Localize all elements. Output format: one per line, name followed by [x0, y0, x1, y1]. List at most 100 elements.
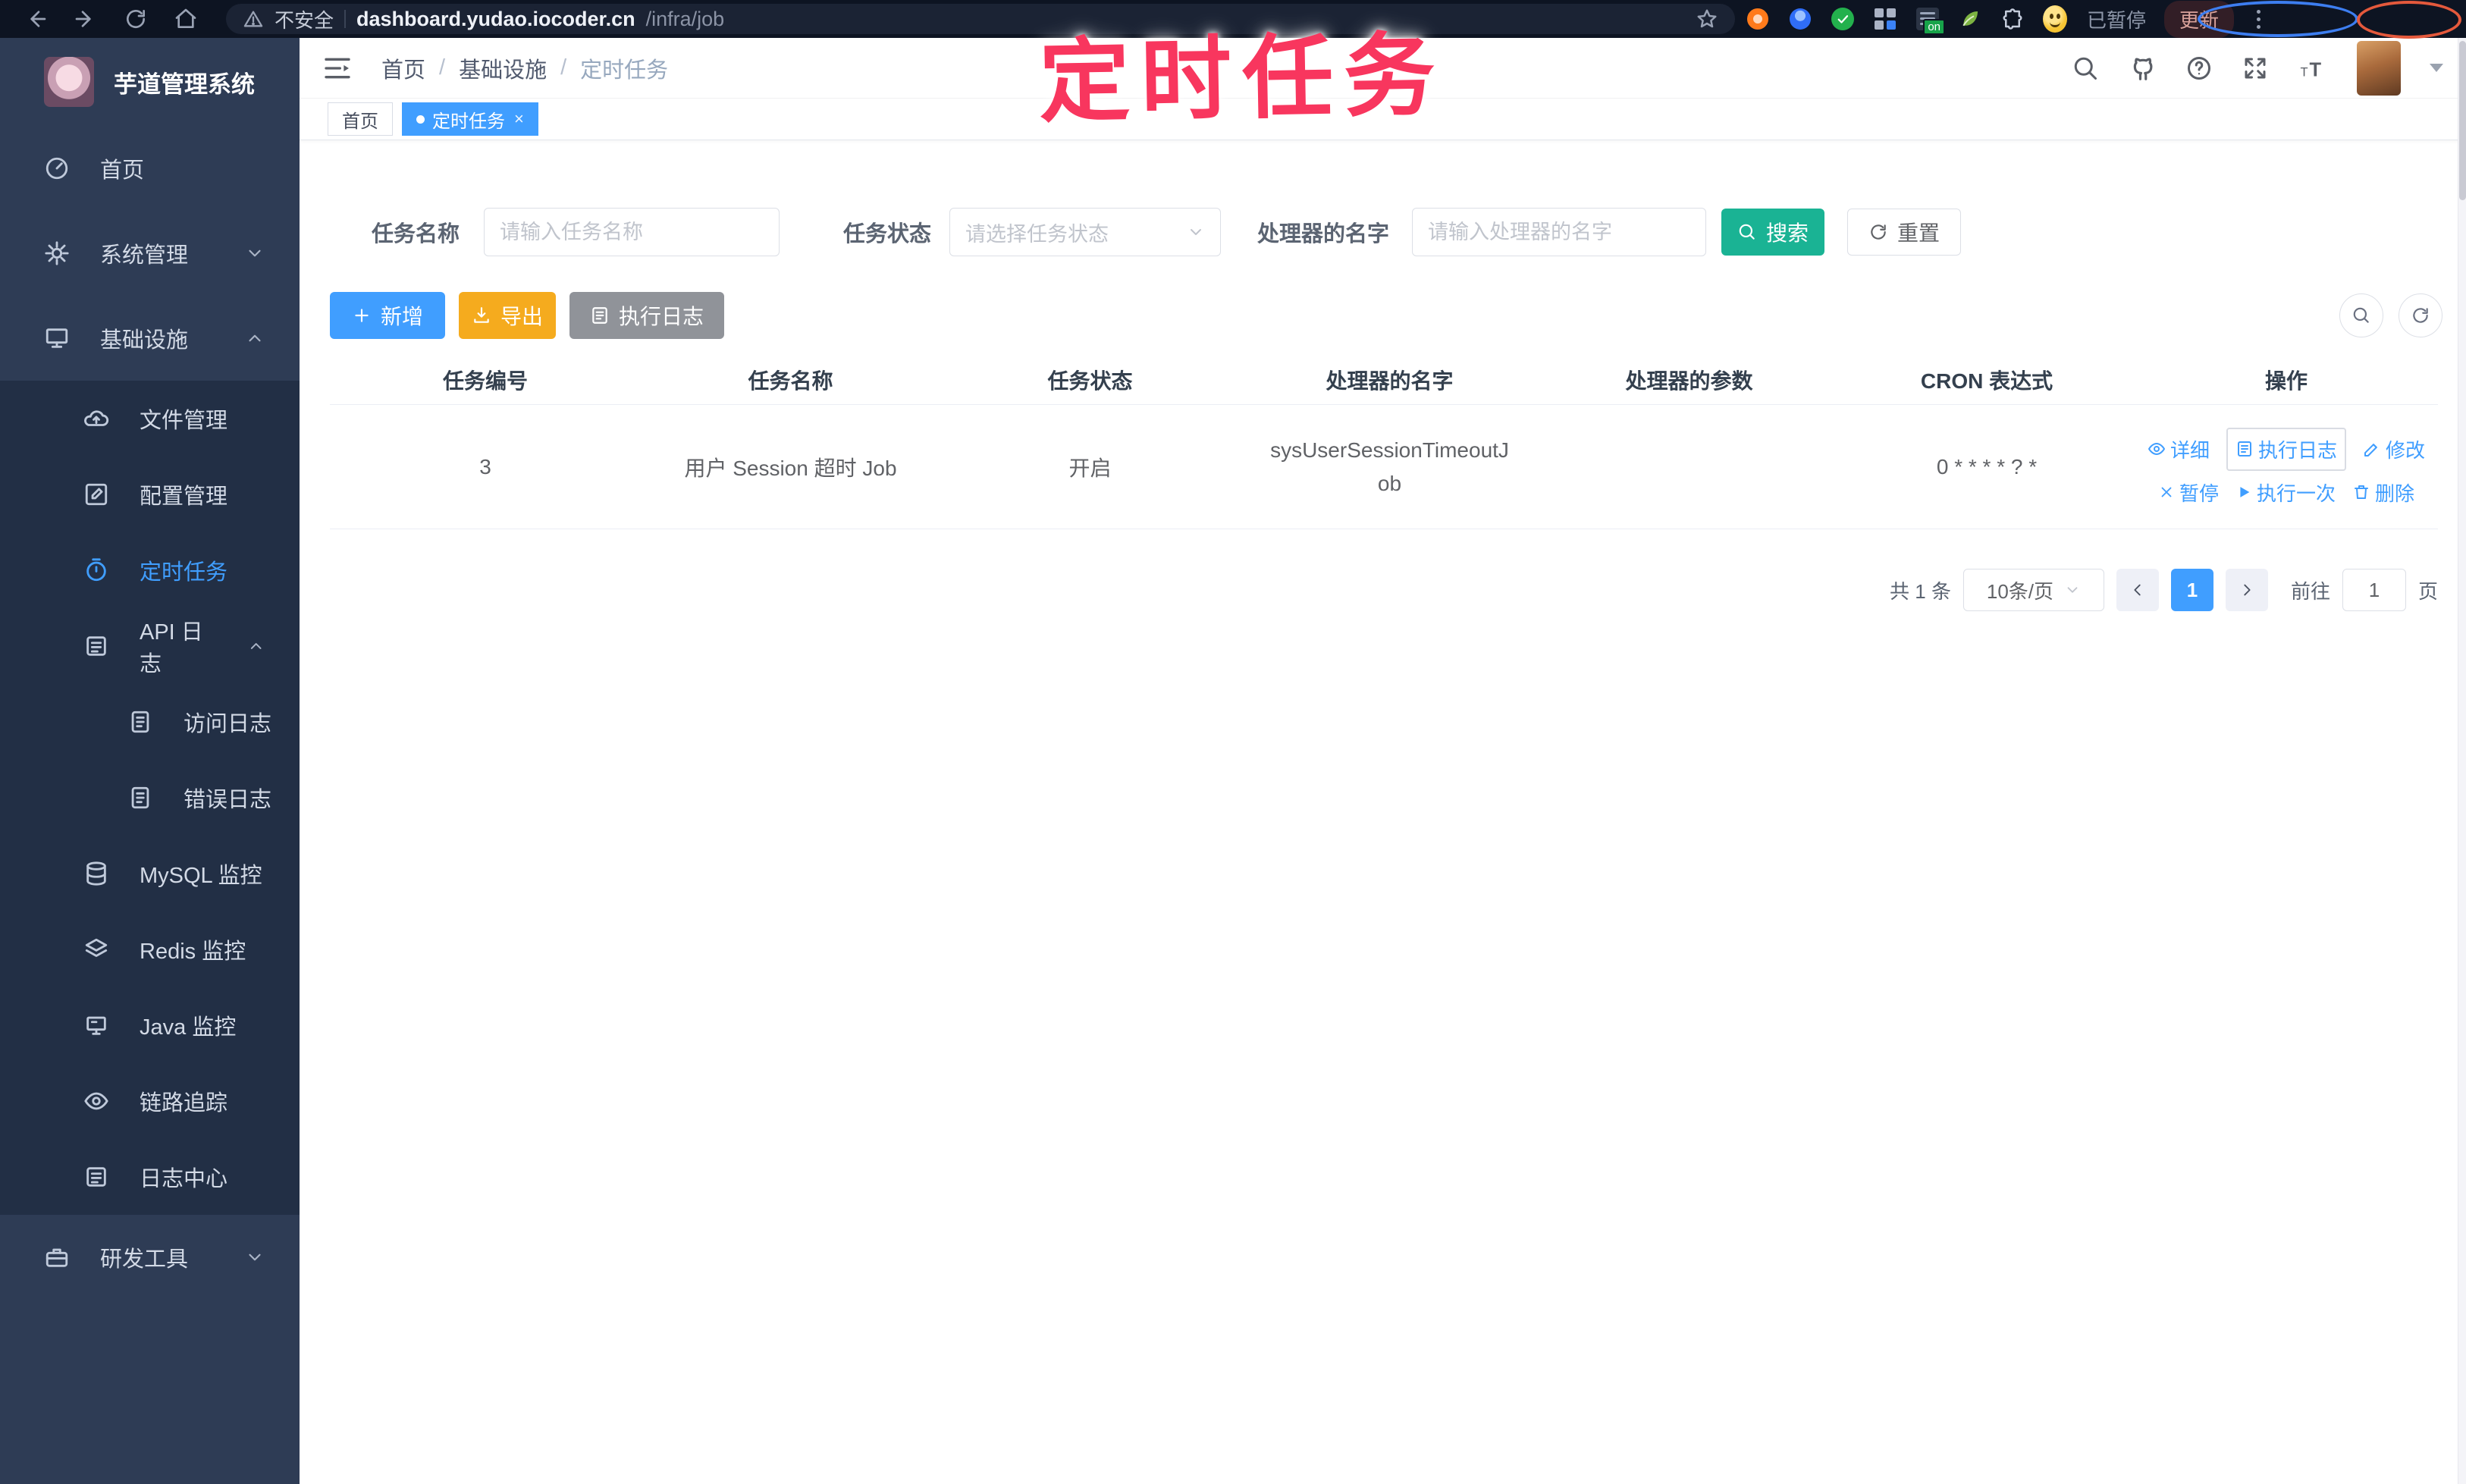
- browser-home-button[interactable]: [171, 5, 200, 33]
- extension-blue-icon[interactable]: [1788, 7, 1812, 31]
- tag-scheduled-jobs[interactable]: 定时任务 ×: [402, 102, 538, 136]
- handler-name-input[interactable]: [1428, 220, 1691, 244]
- extension-check-icon[interactable]: [1831, 7, 1855, 31]
- scrollbar-thumb[interactable]: [2459, 41, 2466, 200]
- extension-on-icon[interactable]: on: [1915, 7, 1945, 35]
- sidebar-item-label: 定时任务: [140, 560, 228, 585]
- sidebar-item-label: 访问日志: [184, 712, 272, 736]
- chevron-right-icon: [2244, 584, 2251, 596]
- tag-close-icon[interactable]: ×: [514, 109, 524, 129]
- table-row: 3 用户 Session 超时 Job 开启 sysUserSessionTim…: [330, 405, 2438, 529]
- col-actions: 操作: [2264, 369, 2308, 393]
- chevron-down-icon: [2067, 587, 2078, 593]
- delete-link[interactable]: 删除: [2352, 478, 2414, 507]
- pencil-icon: [2364, 444, 2377, 456]
- log-edit-icon: [86, 636, 106, 656]
- edit-link[interactable]: 修改: [2363, 435, 2425, 463]
- sidebar-item-api-log[interactable]: API 日志: [0, 608, 300, 684]
- java-monitor-icon: [86, 1016, 106, 1035]
- extensions-area: on 已暂停 更新: [1746, 0, 2276, 38]
- browser-back-button[interactable]: [21, 5, 50, 33]
- export-button[interactable]: 导出: [459, 292, 556, 339]
- prev-page-button[interactable]: [2116, 569, 2159, 611]
- log-center-icon: [86, 1167, 106, 1187]
- page-size-value: 10条/页: [1986, 579, 2054, 603]
- sidebar-item-redis-monitor[interactable]: Redis 监控: [0, 911, 300, 987]
- help-icon[interactable]: [2185, 55, 2213, 82]
- github-icon[interactable]: [2128, 54, 2157, 83]
- add-button[interactable]: 新增: [330, 292, 445, 339]
- breadcrumb-separator: /: [560, 55, 567, 80]
- log-list-icon: [2237, 441, 2251, 456]
- extension-target-icon[interactable]: [1746, 7, 1770, 31]
- current-page-button[interactable]: 1: [2170, 569, 2213, 611]
- browser-forward-button[interactable]: [71, 5, 100, 33]
- sidebar-item-log-center[interactable]: 日志中心: [0, 1139, 300, 1215]
- extension-grid-icon[interactable]: [1873, 7, 1897, 31]
- avatar-caret-icon[interactable]: [2430, 64, 2443, 72]
- main-area: 首页 / 基础设施 / 定时任务 TT 首页 定时任务 × 任务名称 请输入任务…: [300, 38, 2466, 1484]
- refresh-table-button[interactable]: [2399, 293, 2442, 337]
- job-status-select[interactable]: 请选择任务状态: [949, 208, 1222, 256]
- sidebar-item-label: API 日志: [140, 620, 203, 676]
- sidebar-item-java-monitor[interactable]: Java 监控: [0, 987, 300, 1063]
- sidebar-item-infrastructure[interactable]: 基础设施: [0, 296, 300, 381]
- sidebar-item-label: 基础设施: [100, 328, 189, 353]
- bookmark-star-icon[interactable]: [1696, 8, 1718, 30]
- jobs-table: 任务编号 任务名称 任务状态 处理器的名字 处理器的参数 CRON 表达式 操作…: [330, 355, 2438, 529]
- reset-button[interactable]: 重置: [1847, 209, 1962, 256]
- exec-log-link[interactable]: 执行日志: [2226, 427, 2346, 471]
- pause-link[interactable]: 暂停: [2158, 478, 2219, 507]
- sidebar-item-dev-tools[interactable]: 研发工具: [0, 1215, 300, 1300]
- user-avatar[interactable]: [2357, 40, 2401, 96]
- run-once-link[interactable]: 执行一次: [2235, 478, 2336, 507]
- app-logo[interactable]: 芋道管理系统: [0, 38, 300, 126]
- page-size-select[interactable]: 10条/页: [1962, 569, 2104, 611]
- sidebar-menu: 首页 系统管理 基础设施 文件管理 配置管理 定时任务 API 日志 访问日志 …: [0, 126, 300, 1300]
- sidebar-item-mysql-monitor[interactable]: MySQL 监控: [0, 836, 300, 911]
- goto-label: 前往: [2290, 579, 2330, 603]
- sidebar-item-home[interactable]: 首页: [0, 126, 300, 211]
- cell-handler-name: sysUserSessionTimeoutJob: [1270, 438, 1509, 495]
- search-icon: [1739, 224, 1755, 240]
- font-size-icon[interactable]: TT: [2298, 55, 2328, 82]
- refresh-icon: [2413, 308, 2428, 323]
- breadcrumb-home[interactable]: 首页: [381, 52, 425, 84]
- sidebar-item-access-log[interactable]: 访问日志: [0, 684, 300, 760]
- goto-page-input[interactable]: [2342, 569, 2406, 611]
- extensions-puzzle-icon[interactable]: [2000, 7, 2025, 31]
- timer-icon: [86, 558, 106, 582]
- sidebar-item-error-log[interactable]: 错误日志: [0, 760, 300, 836]
- sidebar-item-scheduled-jobs[interactable]: 定时任务: [0, 532, 300, 608]
- address-bar[interactable]: 不安全 dashboard.yudao.iocoder.cn /infra/jo…: [226, 4, 1735, 34]
- briefcase-icon: [45, 1248, 68, 1267]
- col-job-status: 任务状态: [1047, 369, 1133, 393]
- sidebar-item-trace[interactable]: 链路追踪: [0, 1063, 300, 1139]
- browser-reload-button[interactable]: [121, 5, 150, 33]
- breadcrumb-infrastructure[interactable]: 基础设施: [459, 52, 547, 84]
- search-button[interactable]: 搜索: [1721, 209, 1825, 256]
- exec-log-button[interactable]: 执行日志: [569, 292, 724, 339]
- extension-leaf-icon[interactable]: [1958, 7, 1982, 31]
- sidebar-item-system[interactable]: 系统管理: [0, 211, 300, 296]
- sidebar-toggle-button[interactable]: [322, 53, 353, 83]
- edit-square-icon: [85, 483, 108, 506]
- sidebar-item-config-management[interactable]: 配置管理: [0, 456, 300, 532]
- fullscreen-icon[interactable]: [2242, 55, 2269, 82]
- next-page-button[interactable]: [2225, 569, 2268, 611]
- toggle-search-button[interactable]: [2339, 293, 2383, 337]
- trash-icon: [2355, 485, 2368, 499]
- emoji-extension-icon[interactable]: [2043, 5, 2067, 33]
- sidebar-item-file-management[interactable]: 文件管理: [0, 381, 300, 456]
- filter-form: 任务名称 任务状态 请选择任务状态 处理器的名字 搜索 重置: [372, 208, 1962, 256]
- detail-link[interactable]: 详细: [2148, 435, 2210, 463]
- export-button-label: 导出: [500, 305, 543, 328]
- search-icon: [2353, 307, 2369, 323]
- logo-image: [44, 57, 94, 107]
- sidebar: 芋道管理系统 首页 系统管理 基础设施 文件管理 配置管理 定时任务 API 日…: [0, 38, 300, 1484]
- tag-home[interactable]: 首页: [328, 102, 393, 136]
- search-icon[interactable]: [2072, 55, 2099, 82]
- job-name-input[interactable]: [500, 220, 764, 244]
- page-scrollbar[interactable]: [2458, 38, 2466, 1484]
- job-status-label: 任务状态: [843, 222, 932, 246]
